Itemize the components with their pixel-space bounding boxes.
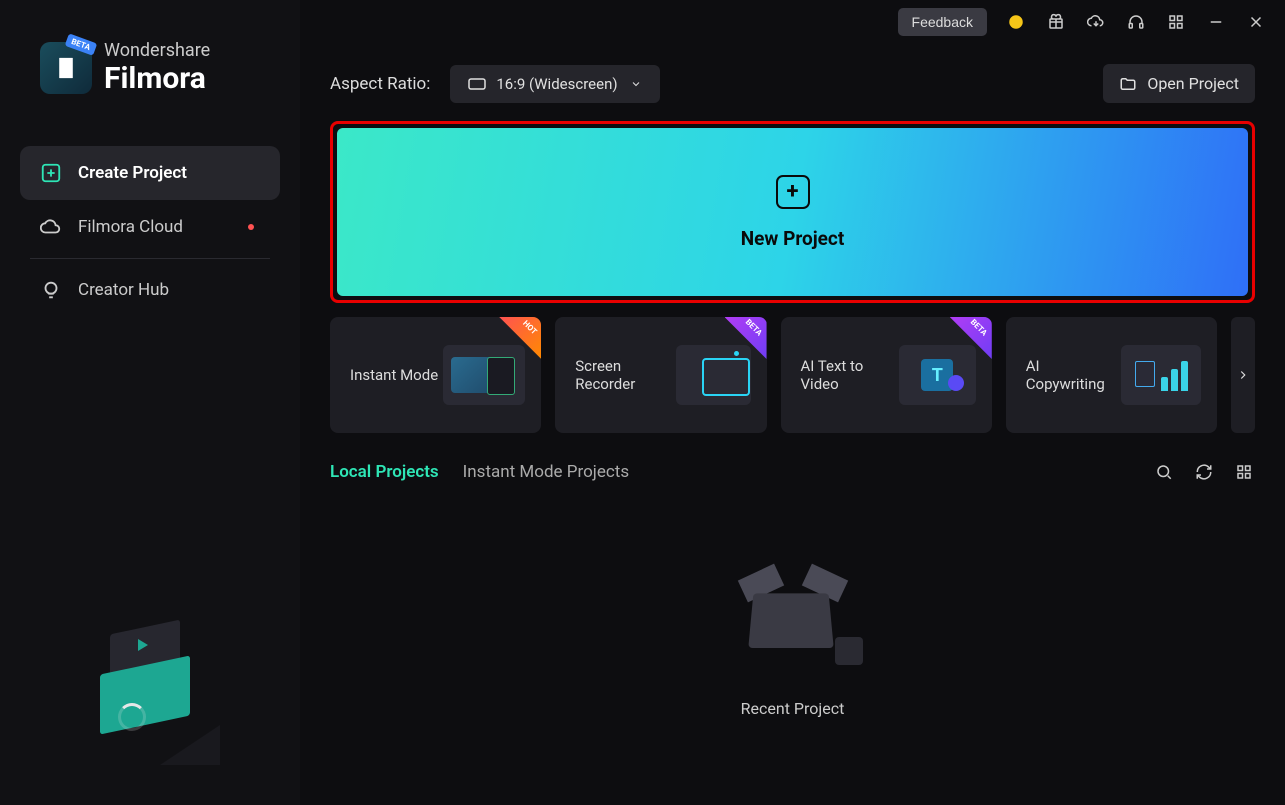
cloud-icon bbox=[40, 216, 62, 238]
premium-icon[interactable] bbox=[1005, 11, 1027, 33]
titlebar: Feedback bbox=[300, 0, 1285, 44]
open-project-label: Open Project bbox=[1147, 74, 1239, 93]
search-icon bbox=[1155, 463, 1173, 481]
sidebar: BETA Wondershare Filmora Create Project … bbox=[0, 0, 300, 805]
beta-badge: BETA bbox=[65, 33, 97, 55]
empty-label: Recent Project bbox=[741, 699, 845, 718]
grid-icon bbox=[1235, 463, 1253, 481]
gift-icon[interactable] bbox=[1045, 11, 1067, 33]
empty-box-icon bbox=[733, 561, 853, 671]
loading-spinner-icon bbox=[118, 703, 146, 731]
plus-square-icon bbox=[40, 162, 62, 184]
bulb-icon bbox=[40, 279, 62, 301]
chevron-down-icon bbox=[630, 78, 642, 90]
refresh-button[interactable] bbox=[1193, 461, 1215, 483]
aspect-ratio-value: 16:9 (Widescreen) bbox=[496, 75, 617, 93]
brand-company: Wondershare bbox=[104, 40, 210, 61]
card-ai-text-to-video[interactable]: AI Text to Video T BETA bbox=[781, 317, 992, 433]
tab-local-projects[interactable]: Local Projects bbox=[330, 462, 439, 482]
widescreen-icon bbox=[468, 78, 486, 90]
grid-icon[interactable] bbox=[1165, 11, 1187, 33]
feedback-button[interactable]: Feedback bbox=[898, 8, 987, 36]
aspect-ratio-select[interactable]: 16:9 (Widescreen) bbox=[450, 65, 660, 103]
refresh-icon bbox=[1195, 463, 1213, 481]
card-screen-recorder[interactable]: Screen Recorder BETA bbox=[555, 317, 766, 433]
card-thumb-icon bbox=[1121, 345, 1201, 405]
sidebar-item-creator-hub[interactable]: Creator Hub bbox=[20, 263, 280, 317]
tab-instant-mode-projects[interactable]: Instant Mode Projects bbox=[463, 462, 629, 482]
grid-view-button[interactable] bbox=[1233, 461, 1255, 483]
new-project-button[interactable]: + New Project bbox=[337, 128, 1248, 296]
search-button[interactable] bbox=[1153, 461, 1175, 483]
card-title: Screen Recorder bbox=[575, 357, 675, 393]
new-project-label: New Project bbox=[741, 227, 845, 250]
cloud-download-icon[interactable] bbox=[1085, 11, 1107, 33]
card-thumb-icon bbox=[676, 345, 751, 405]
new-project-highlight: + New Project bbox=[330, 121, 1255, 303]
brand-product: Filmora bbox=[104, 61, 210, 96]
projects-area: Recent Project bbox=[330, 493, 1255, 785]
sidebar-item-label: Creator Hub bbox=[78, 280, 169, 300]
main-area: Feedback Aspect Ratio: bbox=[300, 0, 1285, 805]
card-title: Instant Mode bbox=[350, 366, 438, 384]
open-project-button[interactable]: Open Project bbox=[1103, 64, 1255, 103]
sidebar-item-label: Filmora Cloud bbox=[78, 217, 183, 237]
sidebar-item-label: Create Project bbox=[78, 163, 187, 183]
feature-cards: Instant Mode HOT Screen Recorder BETA AI… bbox=[330, 317, 1255, 433]
minimize-button[interactable] bbox=[1205, 11, 1227, 33]
card-thumb-icon: T bbox=[899, 345, 976, 405]
divider bbox=[30, 258, 270, 259]
card-thumb-icon bbox=[443, 345, 525, 405]
scroll-next-button[interactable] bbox=[1231, 317, 1255, 433]
sidebar-item-create-project[interactable]: Create Project bbox=[20, 146, 280, 200]
card-ai-copywriting[interactable]: AI Copywriting bbox=[1006, 317, 1217, 433]
card-instant-mode[interactable]: Instant Mode HOT bbox=[330, 317, 541, 433]
card-title: AI Copywriting bbox=[1026, 357, 1121, 393]
sidebar-item-filmora-cloud[interactable]: Filmora Cloud bbox=[20, 200, 280, 254]
headphones-icon[interactable] bbox=[1125, 11, 1147, 33]
logo-icon: BETA bbox=[40, 42, 92, 94]
close-button[interactable] bbox=[1245, 11, 1267, 33]
aspect-ratio-label: Aspect Ratio: bbox=[330, 74, 430, 94]
app-logo: BETA Wondershare Filmora bbox=[20, 40, 280, 96]
plus-icon: + bbox=[776, 175, 810, 209]
card-title: AI Text to Video bbox=[801, 357, 899, 393]
notification-dot-icon bbox=[248, 224, 254, 230]
sidebar-illustration bbox=[20, 565, 280, 785]
project-tabs: Local Projects Instant Mode Projects bbox=[330, 462, 629, 482]
chevron-right-icon bbox=[1236, 368, 1250, 382]
folder-icon bbox=[1119, 75, 1137, 93]
